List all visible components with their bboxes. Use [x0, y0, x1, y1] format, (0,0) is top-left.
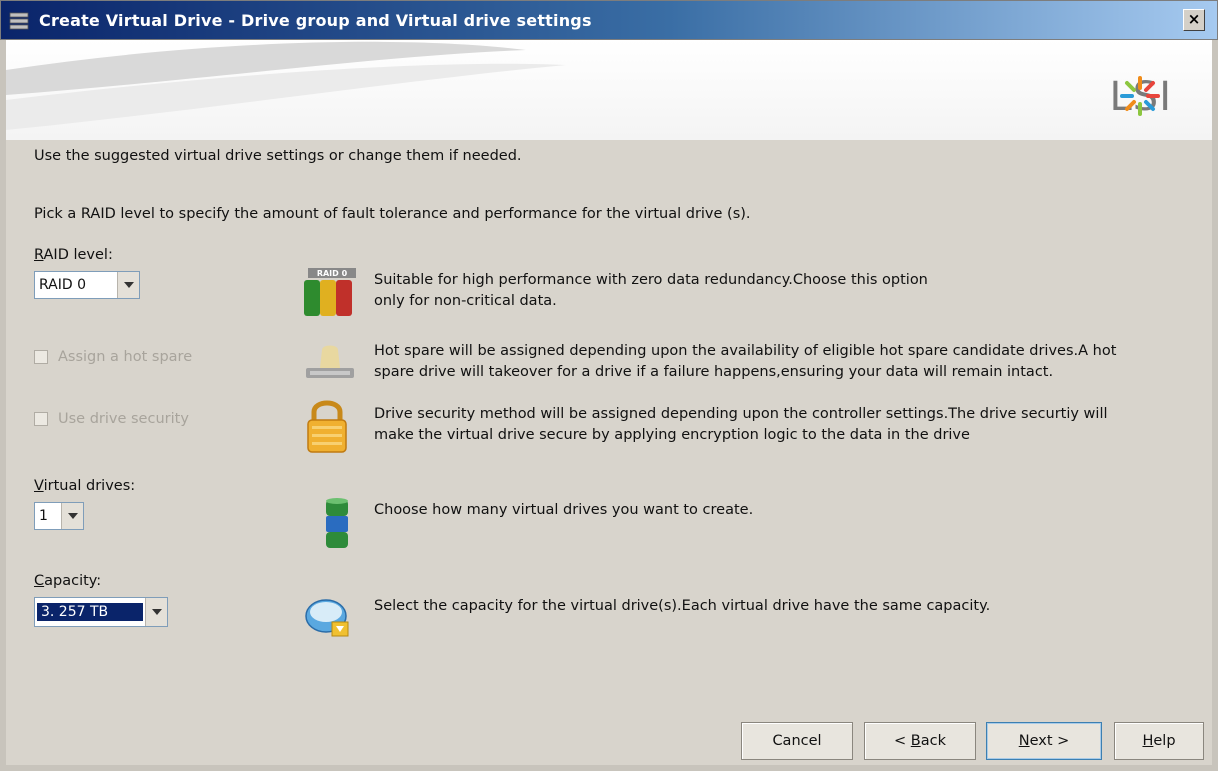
intro-text: Use the suggested virtual drive settings… [34, 148, 522, 164]
drive-security-label: Use drive security [58, 411, 189, 427]
virtual-drives-select[interactable]: 1 [34, 502, 84, 530]
title-bar: Create Virtual Drive - Drive group and V… [0, 0, 1218, 40]
drive-security-checkbox-row[interactable]: Use drive security [34, 411, 189, 427]
lsi-logo: LSI [1110, 74, 1172, 120]
window-title: Create Virtual Drive - Drive group and V… [39, 11, 592, 30]
virtual-drive-stack-icon [326, 498, 348, 548]
chevron-down-icon[interactable] [145, 598, 167, 626]
raid-level-select[interactable]: RAID 0 [34, 271, 140, 299]
help-button[interactable]: Help [1114, 722, 1204, 760]
raid-level-value: RAID 0 [39, 277, 87, 293]
capacity-icon [305, 599, 349, 637]
hot-spare-icon [306, 345, 354, 378]
back-button[interactable]: < Back [864, 722, 976, 760]
hot-spare-label: Assign a hot spare [58, 349, 193, 365]
capacity-value[interactable]: 3. 257 TB [37, 603, 143, 621]
lsi-star-icon [1119, 76, 1160, 116]
raid-level-icon: RAID 0 [304, 268, 356, 316]
virtual-drives-description: Choose how many virtual drives you want … [374, 502, 754, 518]
raid-level-label: RAID level: [34, 247, 113, 263]
window-frame-left [0, 40, 6, 771]
drive-security-description: Drive security method will be assigned d… [374, 406, 1108, 443]
chevron-down-icon[interactable] [117, 272, 139, 298]
next-button[interactable]: Next > [986, 722, 1102, 760]
virtual-drives-label: Virtual drives: [34, 478, 136, 494]
chevron-down-icon[interactable] [61, 503, 83, 529]
drive-security-checkbox[interactable] [34, 412, 48, 426]
window-frame-right [1212, 40, 1218, 771]
raid-instructions: Pick a RAID level to specify the amount … [34, 206, 751, 222]
capacity-description: Select the capacity for the virtual driv… [374, 598, 991, 614]
storage-app-icon [9, 12, 29, 30]
hot-spare-checkbox[interactable] [34, 350, 48, 364]
banner-swoosh [6, 41, 566, 130]
hot-spare-description: Hot spare will be assigned depending upo… [374, 343, 1117, 380]
virtual-drives-value: 1 [39, 508, 48, 524]
raid-level-description: Suitable for high performance with zero … [374, 272, 928, 309]
close-button[interactable]: × [1183, 9, 1205, 31]
capacity-select[interactable]: 3. 257 TB [34, 597, 168, 627]
lock-icon [307, 400, 347, 453]
header-banner: LSI [6, 40, 1212, 140]
hot-spare-checkbox-row[interactable]: Assign a hot spare [34, 349, 192, 365]
cancel-button[interactable]: Cancel [741, 722, 853, 760]
raid-icon-badge: RAID 0 [317, 269, 348, 278]
window-frame-bottom [0, 765, 1218, 771]
capacity-label: Capacity: [34, 573, 102, 589]
